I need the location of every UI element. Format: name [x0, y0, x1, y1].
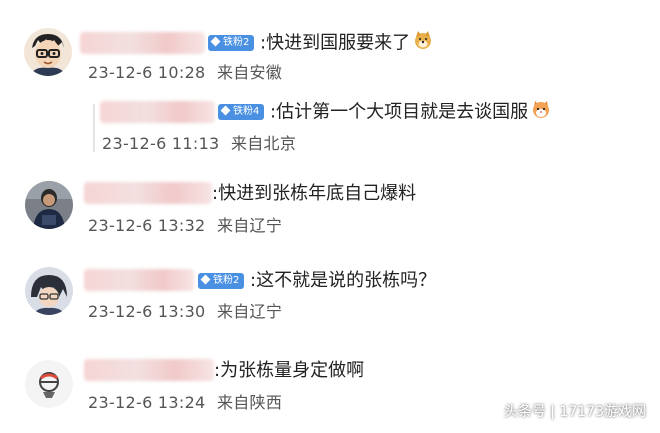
reply-location: 来自北京 [230, 134, 297, 153]
comment-text: :快进到国服要来了 [260, 30, 433, 57]
avatar[interactable] [25, 181, 73, 229]
fan-badge: 铁粉4 [218, 104, 265, 120]
username-redacted[interactable] [84, 359, 214, 381]
username-redacted[interactable] [84, 182, 212, 204]
comment-text: :为张栋量身定做啊 [214, 359, 364, 383]
diamond-icon [220, 105, 231, 115]
badge-label: 铁粉2 [223, 37, 250, 48]
avatar[interactable] [25, 267, 73, 315]
username-redacted[interactable] [80, 32, 205, 54]
comment-text-content: :快进到张栋年底自己爆料 [212, 183, 417, 204]
comment-meta: 23-12-6 13:30 来自辽宁 [88, 302, 282, 322]
watermark: 头条号 | 17173游戏网 [503, 404, 646, 420]
badge-label: 铁粉4 [233, 106, 260, 117]
reply-text: :估计第一个大项目就是去谈国服 [270, 99, 551, 126]
comment-text-content: :为张栋量身定做啊 [214, 360, 365, 381]
comment-location: 来自辽宁 [216, 216, 283, 235]
comment-meta: 23-12-6 13:24 来自陕西 [88, 393, 282, 413]
comment-meta: 23-12-6 13:32 来自辽宁 [88, 216, 282, 236]
comment-text-content: :这不就是说的张栋吗？ [250, 270, 437, 291]
fan-badge: 铁粉2 [198, 273, 245, 289]
comment-location: 来自陕西 [216, 393, 283, 412]
doge-emoji-icon [413, 30, 433, 57]
badge-label: 铁粉2 [213, 275, 240, 286]
comment-text: :快进到张栋年底自己爆料 [212, 182, 416, 206]
fan-badge: 铁粉2 [208, 35, 255, 51]
comment-time: 23-12-6 13:32 [88, 216, 206, 235]
cat-emoji-icon [531, 99, 551, 126]
comment-meta: 23-12-6 10:28 来自安徽 [88, 63, 282, 83]
comment-time: 23-12-6 10:28 [88, 63, 206, 82]
reply-divider [93, 104, 95, 152]
avatar[interactable] [25, 360, 73, 408]
comment-time: 23-12-6 13:24 [88, 393, 206, 412]
reply-time: 23-12-6 11:13 [102, 134, 220, 153]
reply-text-content: :估计第一个大项目就是去谈国服 [270, 101, 529, 123]
reply-meta: 23-12-6 11:13 来自北京 [102, 134, 296, 154]
username-redacted[interactable] [84, 269, 194, 291]
comment-text-content: :快进到国服要来了 [260, 32, 411, 54]
reply-username-redacted[interactable] [100, 101, 215, 123]
comment-location: 来自辽宁 [216, 302, 283, 321]
comment-location: 来自安徽 [216, 63, 283, 82]
diamond-icon [210, 36, 221, 46]
avatar[interactable] [24, 28, 72, 76]
diamond-icon [200, 274, 211, 284]
comment-time: 23-12-6 13:30 [88, 302, 206, 321]
comment-text: :这不就是说的张栋吗？ [250, 269, 436, 293]
